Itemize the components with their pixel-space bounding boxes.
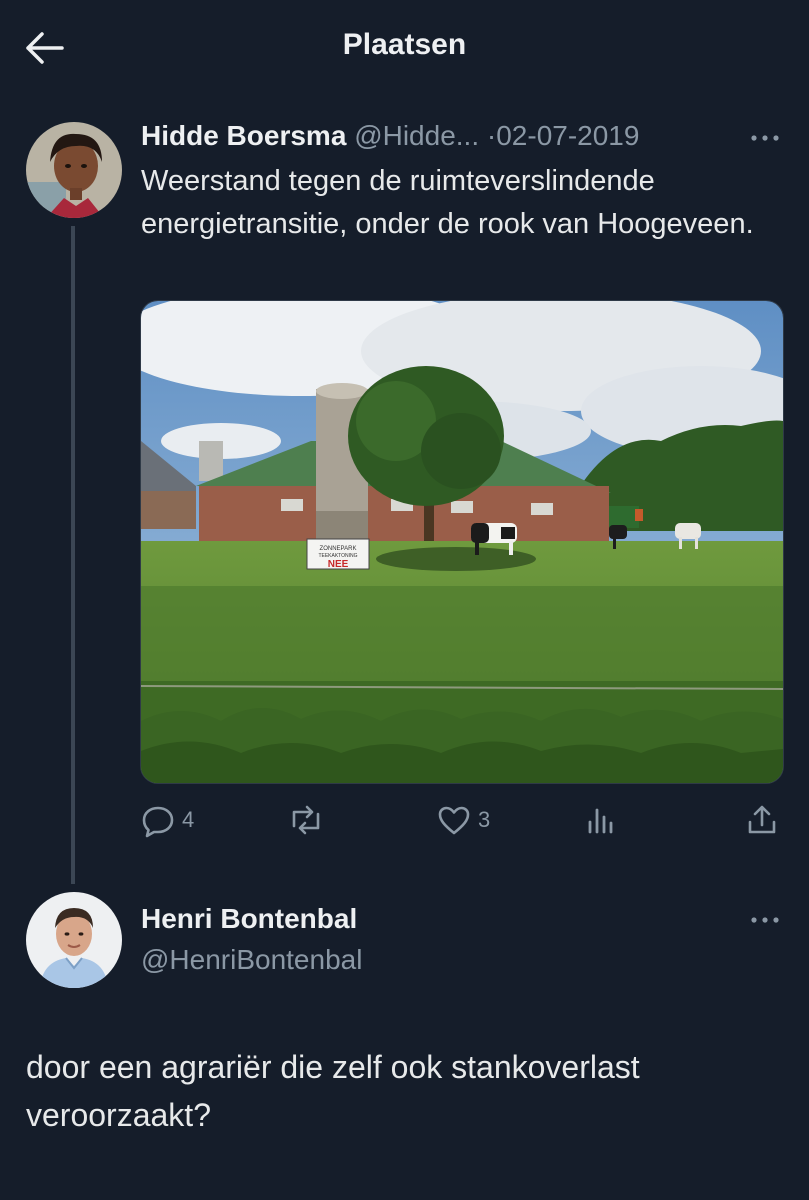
original-post: Hidde Boersma @Hidde... ·02-07-2019 Weer… [0,0,809,880]
meta-separator: · [486,120,497,151]
views-action[interactable] [584,796,618,844]
post-image[interactable]: ZONNEPARK TEEKAKTONING NEE [140,300,784,784]
post-meta: Hidde Boersma @Hidde... ·02-07-2019 [141,120,639,152]
post-actions: 4 3 [140,796,790,844]
more-icon[interactable] [748,128,782,148]
repost-action[interactable] [286,796,332,844]
sign-small-text: ZONNEPARK [320,546,357,552]
sign-text: NEE [328,559,349,570]
share-icon [744,802,780,838]
author-avatar[interactable] [26,122,122,218]
reply-icon [140,802,176,838]
views-icon [584,802,618,838]
reply-author-handle[interactable]: @HenriBontenbal [141,944,362,976]
author-handle[interactable]: @Hidde... [354,120,479,151]
author-name[interactable]: Hidde Boersma [141,120,346,151]
reply-author-avatar[interactable] [26,892,122,988]
repost-icon [286,802,326,838]
reply-count: 4 [182,807,195,832]
reply-text: door een agrariër die zelf ook stankover… [26,1049,640,1133]
reply-more-icon[interactable] [748,910,782,930]
reply-author-name[interactable]: Henri Bontenbal [141,903,357,935]
like-icon [436,802,472,838]
post-date[interactable]: 02-07-2019 [496,120,639,151]
share-action[interactable] [744,796,780,844]
reply-action[interactable]: 4 [140,796,194,844]
like-count: 3 [478,807,491,832]
like-action[interactable]: 3 [436,796,490,844]
post-text: Weerstand tegen de ruimteverslindende en… [141,165,754,240]
